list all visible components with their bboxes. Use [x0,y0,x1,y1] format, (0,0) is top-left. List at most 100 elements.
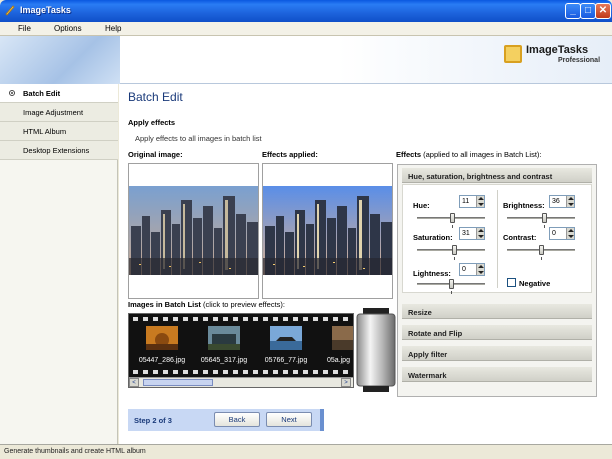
sidebar-item-label: HTML Album [23,127,67,136]
sidebar-item-image-adjustment[interactable]: Image Adjustment [0,103,118,122]
negative-checkbox[interactable] [507,278,516,287]
thumbnail-caption: 05645_317.jpg [200,357,248,364]
logo-icon [504,45,522,63]
spin-arrows-icon[interactable] [476,196,484,207]
slider-tick [451,291,452,294]
spin-arrows-icon[interactable] [476,264,484,275]
brightness-label: Brightness: [503,201,545,210]
film-perforation [133,370,351,374]
menu-file[interactable]: File [18,24,31,33]
slider-tick [544,225,545,228]
back-button[interactable]: Back [214,412,260,427]
thumbnail-image [332,326,353,350]
saturation-slider[interactable] [417,245,485,260]
hue-value: 11 [462,198,470,205]
logo: ImageTasks Professional [504,44,600,72]
slider-knob[interactable] [452,245,457,255]
hue-label: Hue: [413,201,430,210]
sidebar-item-desktop-extensions[interactable]: Desktop Extensions [0,141,118,160]
page-title: Batch Edit [128,90,183,104]
next-button[interactable]: Next [266,412,312,427]
slider-knob[interactable] [539,245,544,255]
hue-spinbox[interactable]: 11 [459,195,485,208]
minimize-button[interactable]: _ [565,3,581,19]
scroll-right-arrow-icon[interactable]: > [341,378,351,387]
section-header-watermark[interactable]: Watermark [402,367,592,382]
sidebar-item-html-album[interactable]: HTML Album [0,122,118,141]
hue-slider[interactable] [417,213,485,228]
batch-list-title: Images in Batch List [128,300,201,309]
slider-track [417,249,485,251]
saturation-value: 31 [462,230,470,237]
filmstrip-scrollbar[interactable]: < > [129,377,353,387]
section-header-label: Rotate and Flip [408,329,463,338]
batch-list-note: (click to preview effects): [203,300,286,309]
scroll-left-arrow-icon[interactable]: < [129,378,139,387]
main-panel: Batch Edit Apply effects Apply effects t… [119,84,612,444]
section-description: Apply effects to all images in batch lis… [135,134,262,143]
effects-applied-label: Effects applied: [262,150,318,159]
saturation-spinbox[interactable]: 31 [459,227,485,240]
effects-photo [263,186,392,275]
slider-knob[interactable] [449,279,454,289]
section-header-resize[interactable]: Resize [402,304,592,319]
brightness-slider[interactable] [507,213,575,228]
thumbnail-image [146,326,178,350]
spin-arrows-icon[interactable] [566,228,574,239]
logo-text: ImageTasks [526,44,589,56]
close-button[interactable]: ✕ [595,3,611,19]
contrast-value: 0 [552,230,556,237]
spin-arrows-icon[interactable] [476,228,484,239]
spin-arrows-icon[interactable] [566,196,574,207]
section-header-hue-saturation[interactable]: Hue, saturation, brightness and contrast [402,168,592,183]
logo-subtitle: Professional [558,57,601,64]
hue-saturation-controls: Hue: 11 Saturation: 31 Lightness: 0 Brig… [402,184,592,294]
sidebar: Batch Edit Image Adjustment HTML Album D… [0,84,118,444]
thumbnail-caption: 05447_286.jpg [138,357,186,364]
brightness-value: 36 [552,198,560,205]
header-banner: ImageTasks Professional [0,36,612,84]
sidebar-item-label: Batch Edit [23,89,61,98]
section-header-rotate-flip[interactable]: Rotate and Flip [402,325,592,340]
original-image-label: Original image: [128,150,183,159]
slider-tick [541,257,542,260]
scrollbar-thumb[interactable] [143,379,213,386]
negative-label: Negative [519,279,551,288]
batch-filmstrip[interactable]: 05447_286.jpg 05645_317.jpg 05766_77.jpg… [128,313,354,388]
slider-knob[interactable] [450,213,455,223]
brightness-spinbox[interactable]: 36 [549,195,575,208]
section-header-label: Watermark [408,371,447,380]
menu-options[interactable]: Options [54,24,82,33]
section-header-label: Resize [408,308,432,317]
maximize-button[interactable]: □ [580,3,596,19]
slider-knob[interactable] [542,213,547,223]
thumbnail-image [270,326,302,350]
menu-help[interactable]: Help [105,24,121,33]
sidebar-item-batch-edit[interactable]: Batch Edit [0,84,118,103]
controls-divider [497,190,498,288]
effects-applied-preview [262,163,393,299]
lightness-slider[interactable] [417,279,485,294]
status-bar: Generate thumbnails and create HTML albu… [0,444,612,459]
lightness-value: 0 [462,266,466,273]
thumbnail-image [208,326,240,350]
section-header-apply-filter[interactable]: Apply filter [402,346,592,361]
wizard-step-indicator: Step 2 of 3 [134,416,172,425]
app-icon [5,5,15,16]
thumbnail-item[interactable]: 05766_77.jpg [257,326,315,366]
effects-panel: Hue, saturation, brightness and contrast… [397,164,597,397]
title-bar: ImageTasks _ □ ✕ [0,0,612,22]
thumbnail-item[interactable]: 05a.jpg [319,326,353,366]
lightness-spinbox[interactable]: 0 [459,263,485,276]
thumbnail-item[interactable]: 05645_317.jpg [195,326,253,366]
effects-title: Effects (applied to all images in Batch … [396,150,542,159]
contrast-spinbox[interactable]: 0 [549,227,575,240]
slider-track [507,217,575,219]
contrast-slider[interactable] [507,245,575,260]
effects-heading: Effects [396,150,422,159]
active-bullet-icon [9,90,15,96]
film-perforation [133,317,351,321]
sidebar-item-label: Desktop Extensions [23,146,90,155]
thumbnail-caption: 05a.jpg [327,357,350,364]
thumbnail-item[interactable]: 05447_286.jpg [133,326,191,366]
